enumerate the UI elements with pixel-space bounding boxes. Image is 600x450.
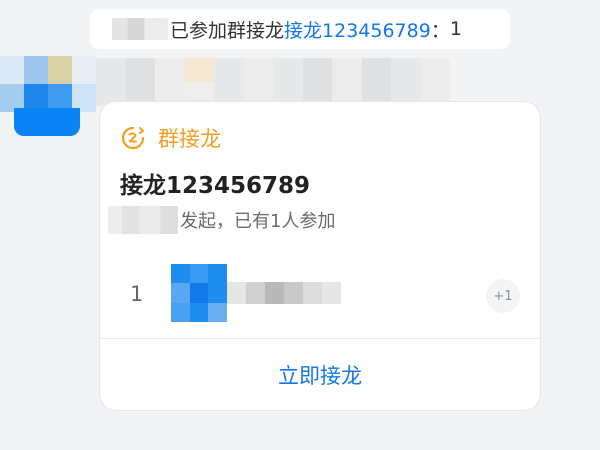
- blurred-member-name: [112, 18, 168, 40]
- join-solitaire-button[interactable]: 立即接龙: [100, 339, 540, 410]
- solitaire-icon: [121, 126, 145, 150]
- participant-name-blurred: [227, 282, 341, 304]
- sender-name-blurred: [96, 58, 450, 106]
- notice-separator: ：: [430, 19, 450, 42]
- participant-index: 1: [130, 282, 144, 306]
- sender-avatar[interactable]: [14, 108, 80, 136]
- subtitle-text: 发起，已有1人参加: [180, 211, 336, 232]
- plus-one-badge[interactable]: +1: [486, 279, 520, 313]
- card-subtitle: 发起，已有1人参加: [108, 206, 335, 234]
- card-header: 群接龙: [120, 124, 221, 152]
- card-header-label: 群接龙: [158, 127, 221, 151]
- solitaire-title: 接龙123456789: [120, 173, 311, 199]
- blurred-initiator-name: [108, 206, 178, 234]
- participant-row: 1: [100, 262, 540, 326]
- sender-avatar-blurred[interactable]: [0, 56, 96, 112]
- solitaire-card[interactable]: 群接龙 接龙123456789 发起，已有1人参加 1 +1 立即接龙: [100, 102, 540, 410]
- notice-text: 已参加群接龙: [170, 19, 285, 42]
- notice-count: 1: [449, 18, 462, 40]
- notice-solitaire-link[interactable]: 接龙123456789: [284, 16, 431, 43]
- participant-avatar: [171, 264, 227, 322]
- system-notice: 已参加群接龙 接龙123456789： 1: [90, 9, 510, 49]
